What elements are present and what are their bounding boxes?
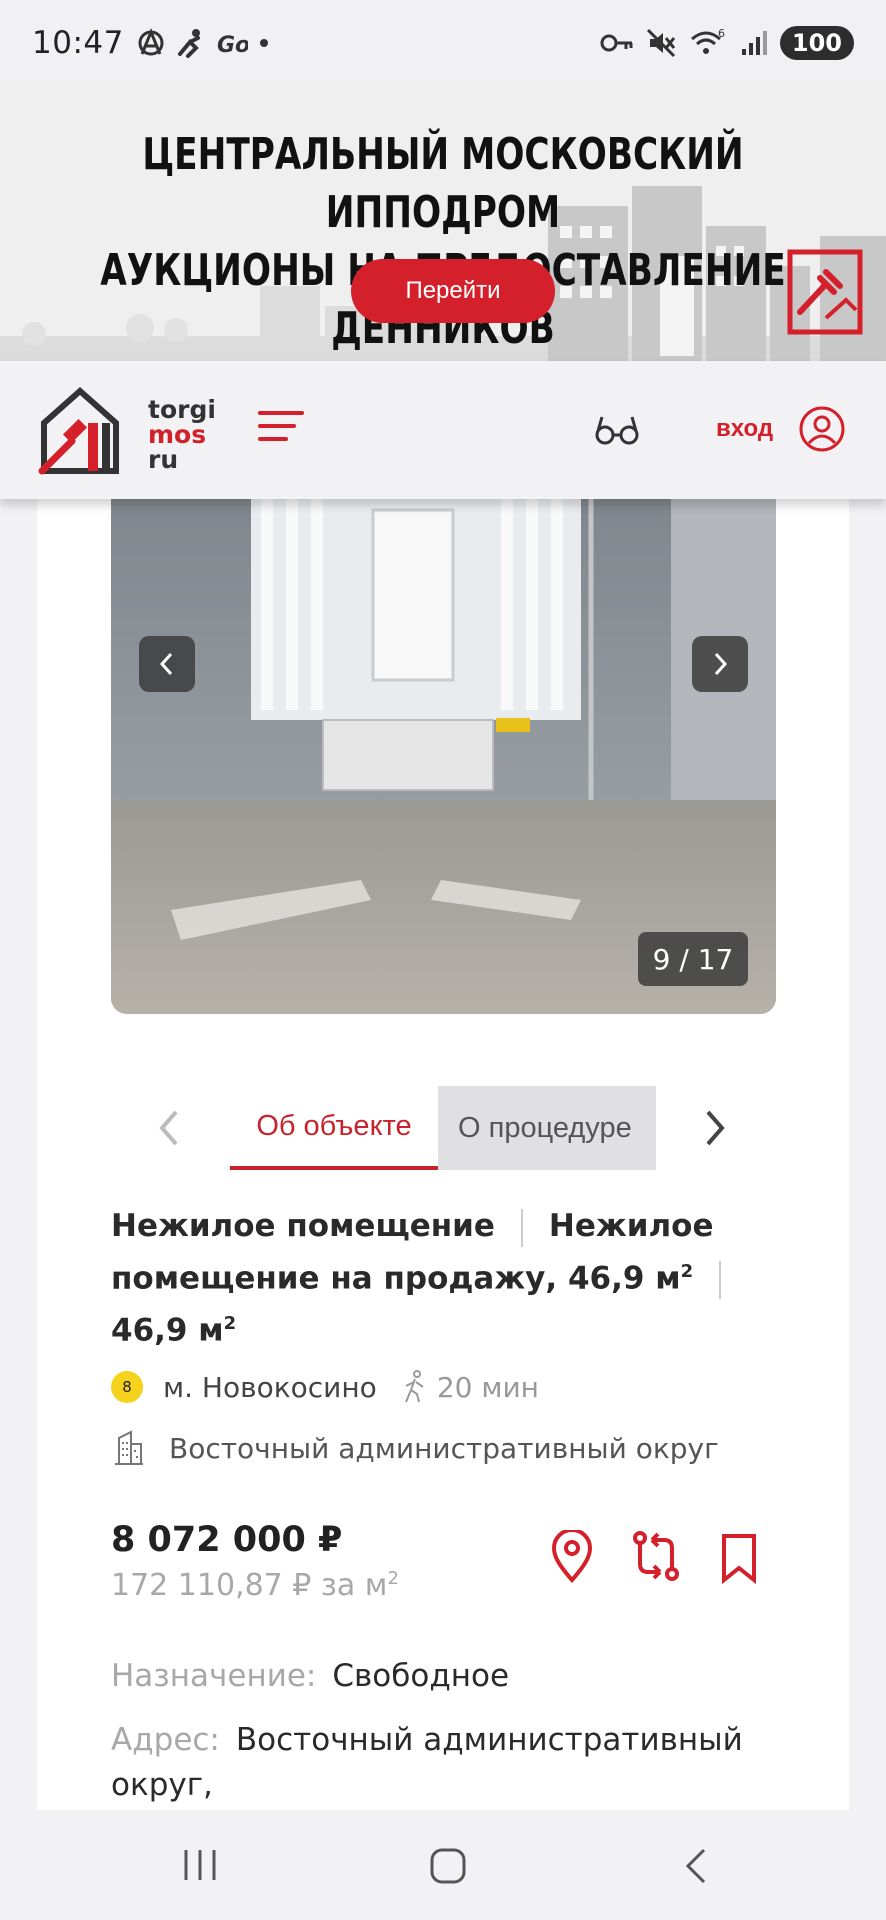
status-right: 6 100 <box>600 26 854 60</box>
detail-purpose: Назначение: Свободное <box>111 1654 751 1699</box>
promo-banner[interactable]: ЦЕНТРАЛЬНЫЙ МОСКОВСКИЙ ИППОДРОМ АУКЦИОНЫ… <box>0 86 886 361</box>
wifi-icon: 6 <box>690 27 725 54</box>
banner-title-line1: ЦЕНТРАЛЬНЫЙ МОСКОВСКИЙ ИППОДРОМ <box>142 129 744 238</box>
price-per-sqm-value: 172 110,87 ₽ за м <box>111 1568 388 1603</box>
battery-indicator: 100 <box>779 26 854 60</box>
logo-text-line1: torgi <box>148 395 216 424</box>
logo-text-line2: mos <box>148 420 207 449</box>
chevron-left-icon <box>159 652 173 676</box>
banner-title: ЦЕНТРАЛЬНЫЙ МОСКОВСКИЙ ИППОДРОМ АУКЦИОНЫ… <box>97 126 788 358</box>
recent-apps-icon[interactable] <box>180 1848 220 1882</box>
map-pin-icon[interactable] <box>548 1530 596 1584</box>
object-area-sup: 2 <box>223 1313 237 1335</box>
price-per-sqm: 172 110,87 ₽ за м2 <box>111 1568 399 1603</box>
price-per-sqm-sup: 2 <box>387 1568 399 1589</box>
metro-line-badge: 8 <box>111 1371 143 1403</box>
detail-address: Адрес: Восточный административный округ, <box>111 1718 751 1808</box>
gallery-counter: 9 / 17 <box>638 932 748 986</box>
walk-time: 20 мин <box>436 1370 539 1404</box>
go-icon: Go <box>217 33 248 58</box>
object-type: Нежилое помещение <box>111 1208 495 1244</box>
tabs-next-chevron-icon[interactable] <box>698 1108 734 1148</box>
key-icon <box>600 34 633 52</box>
mute-icon <box>646 28 676 58</box>
status-bar: 10:47 Go 6 100 <box>0 0 886 86</box>
accessibility-glasses-icon[interactable] <box>594 413 640 447</box>
detail-value: Свободное <box>332 1658 510 1694</box>
tab-about-object[interactable]: Об объекте <box>230 1086 438 1170</box>
title-separator <box>520 1208 523 1247</box>
detail-key: Адрес: <box>111 1722 220 1758</box>
info-tabs: Об объекте О процедуре <box>150 1086 740 1170</box>
gallery-prev-button[interactable] <box>139 636 195 692</box>
compare-icon[interactable] <box>630 1530 682 1582</box>
metro-station: м. Новокосино <box>163 1370 377 1404</box>
hippodrome-emblem-icon <box>787 249 863 335</box>
object-title-sup: 2 <box>680 1261 694 1282</box>
tab-about-procedure[interactable]: О процедуре <box>438 1086 656 1170</box>
login-link[interactable]: вход <box>716 415 773 443</box>
object-title: Нежилое помещение Нежилое помещение на пр… <box>111 1203 751 1354</box>
anarchy-icon <box>138 28 164 56</box>
tabs-prev-chevron-icon[interactable] <box>150 1108 186 1148</box>
metro-info: 8 м. Новокосино 20 мин <box>111 1370 539 1404</box>
detail-key: Назначение: <box>111 1658 317 1694</box>
svg-text:Go: Go <box>217 33 248 58</box>
chevron-right-icon <box>714 652 728 676</box>
back-icon[interactable] <box>680 1846 712 1886</box>
system-navbar <box>0 1810 886 1920</box>
status-left-icons: Go <box>136 28 270 58</box>
signal-icon <box>741 31 767 55</box>
bike-icon <box>177 29 200 58</box>
menu-burger-icon[interactable] <box>258 411 304 447</box>
dot-icon <box>259 39 268 47</box>
walking-icon <box>404 1370 424 1403</box>
object-area: 46,9 м <box>111 1312 224 1349</box>
gallery-next-button[interactable] <box>692 636 748 692</box>
torgi-logo-icon[interactable] <box>38 383 122 475</box>
site-header: torgi mos ru вход <box>0 361 886 499</box>
banner-go-button[interactable]: Перейти <box>351 259 555 323</box>
district-name: Восточный административный округ <box>169 1431 719 1465</box>
logo-text-line3: ru <box>148 445 179 474</box>
price: 8 072 000 ₽ <box>111 1520 343 1560</box>
wifi-label: 6 <box>718 27 725 40</box>
user-icon[interactable] <box>798 405 846 453</box>
logo-text[interactable]: torgi mos ru <box>148 397 216 472</box>
title-separator <box>719 1260 722 1299</box>
building-icon <box>115 1430 143 1465</box>
photo-gallery[interactable]: 9 / 17 <box>111 480 776 1014</box>
district-info: Восточный административный округ <box>111 1430 719 1466</box>
home-icon[interactable] <box>428 1846 468 1886</box>
status-time: 10:47 <box>32 25 124 61</box>
bookmark-icon[interactable] <box>718 1532 760 1584</box>
